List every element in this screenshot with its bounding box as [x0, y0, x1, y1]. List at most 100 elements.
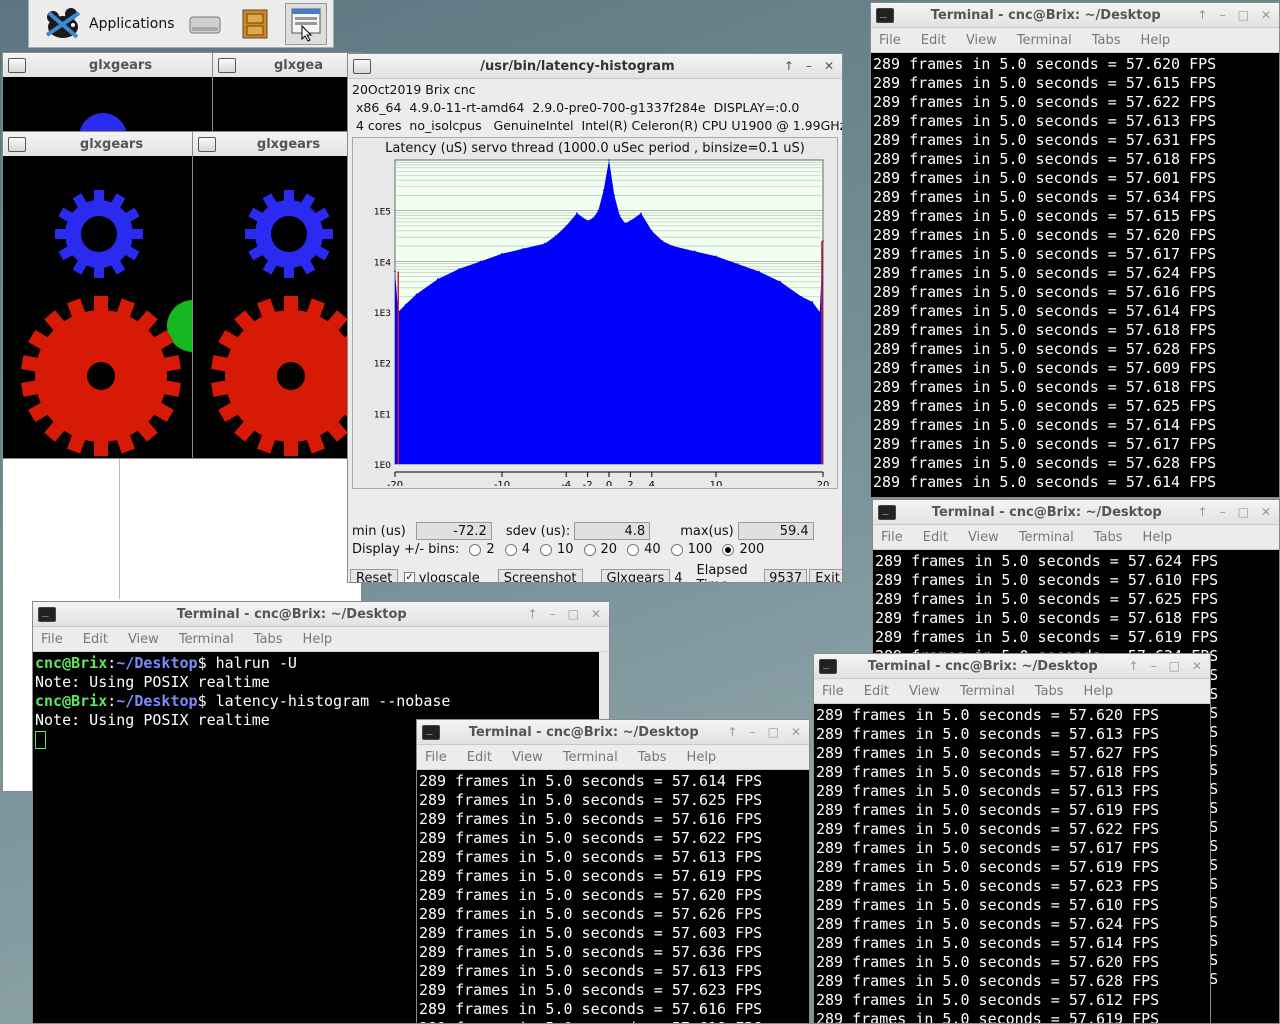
menu-edit[interactable]: Edit	[83, 632, 108, 647]
terminal-line: 289 frames in 5.0 seconds = 57.625 FPS	[875, 590, 1219, 608]
glxgears-window-2[interactable]: glxgea	[212, 52, 362, 132]
terminal-output[interactable]: 289 frames in 5.0 seconds = 57.614 FPS 28…	[417, 770, 809, 1023]
menu-file[interactable]: File	[879, 33, 901, 48]
bin-radio-100[interactable]	[670, 543, 683, 556]
minimize-icon[interactable]: –	[1151, 659, 1157, 673]
glxgears-window-1[interactable]: glxgears	[2, 52, 216, 132]
maximize-icon[interactable]: □	[1238, 8, 1249, 22]
output-line: Note: Using POSIX realtime	[35, 673, 270, 691]
menu-tabs[interactable]: Tabs	[254, 632, 283, 647]
y-tick-label: 1E4	[374, 258, 391, 268]
menu-tabs[interactable]: Tabs	[1094, 530, 1123, 545]
maximize-icon[interactable]: □	[568, 607, 579, 621]
file-cabinet-launcher[interactable]	[235, 4, 275, 44]
red-gear-icon	[20, 296, 182, 456]
maximize-up-icon[interactable]: ↑	[784, 59, 794, 73]
window-title: glxgears	[256, 136, 321, 152]
glxgears-button[interactable]: Glxgears	[600, 568, 671, 582]
menu-tabs[interactable]: Tabs	[1092, 33, 1121, 48]
bin-radio-40[interactable]	[627, 543, 640, 556]
menu-file[interactable]: File	[425, 750, 447, 765]
bin-radio-4[interactable]	[504, 543, 517, 556]
minimize-icon[interactable]: –	[1220, 505, 1226, 519]
latency-histogram-window[interactable]: /usr/bin/latency-histogram ↑ – ✕ 20Oct2019…	[347, 53, 843, 583]
minimize-icon[interactable]: –	[750, 725, 756, 739]
menu-view[interactable]: View	[966, 33, 997, 48]
menu-file[interactable]: File	[881, 530, 903, 545]
glxgears-window-3[interactable]: glxgears	[2, 131, 198, 459]
maximize-up-icon[interactable]: ↑	[528, 607, 538, 621]
menu-edit[interactable]: Edit	[864, 684, 889, 699]
reset-button[interactable]: Reset	[350, 568, 399, 582]
terminal-output[interactable]: 289 frames in 5.0 seconds = 57.620 FPS 28…	[871, 53, 1279, 497]
maximize-up-icon[interactable]: ↑	[1198, 8, 1208, 22]
terminal-window-bottom-middle[interactable]: Terminal - cnc@Brix: ~/Desktop ↑–□ ✕ File…	[416, 719, 810, 1024]
maximize-up-icon[interactable]: ↑	[1198, 505, 1208, 519]
maximize-icon[interactable]: □	[1169, 659, 1180, 673]
menu-edit[interactable]: Edit	[923, 530, 948, 545]
terminal-window-bottom-right[interactable]: Terminal - cnc@Brix: ~/Desktop ↑–□ ✕ File…	[813, 653, 1211, 1024]
menu-view[interactable]: View	[968, 530, 999, 545]
minimize-icon[interactable]: –	[806, 59, 812, 73]
gears-drawing	[210, 190, 361, 456]
x-tick-label: -10	[494, 480, 510, 486]
menu-view[interactable]: View	[909, 684, 940, 699]
menu-terminal[interactable]: Terminal	[563, 750, 618, 765]
menu-file[interactable]: File	[822, 684, 844, 699]
close-icon[interactable]: ✕	[791, 725, 801, 739]
menu-view[interactable]: View	[512, 750, 543, 765]
close-icon[interactable]: ✕	[1261, 8, 1271, 22]
exit-button[interactable]: Exit	[809, 568, 842, 582]
blue-gear-icon	[55, 190, 143, 278]
menu-terminal[interactable]: Terminal	[960, 684, 1015, 699]
bin-radio-2[interactable]	[469, 543, 482, 556]
menu-file[interactable]: File	[41, 632, 63, 647]
drive-launcher[interactable]	[185, 4, 225, 44]
window-title: Terminal - cnc@Brix: ~/Desktop	[931, 504, 1162, 520]
histogram-chart: 1E01E11E21E31E41E5-20 -10 -4 -2 0 2 4 10 20	[374, 159, 829, 486]
menu-help[interactable]: Help	[1084, 684, 1114, 699]
close-icon[interactable]: ✕	[824, 59, 834, 73]
maximize-up-icon[interactable]: ↑	[1129, 659, 1139, 673]
window-controls: ↑ – □ ✕	[528, 607, 601, 621]
histogram-point	[651, 230, 653, 232]
terminal-line: 289 frames in 5.0 seconds = 57.618 FPS	[875, 609, 1219, 627]
bin-radio-200[interactable]	[722, 543, 735, 556]
menu-edit[interactable]: Edit	[921, 33, 946, 48]
terminal-output[interactable]: 289 frames in 5.0 seconds = 57.620 FPS 28…	[814, 704, 1210, 1023]
menu-terminal[interactable]: Terminal	[179, 632, 234, 647]
gears-canvas	[3, 156, 197, 458]
bin-label-20: 20	[600, 542, 618, 557]
bin-radio-20[interactable]	[583, 543, 596, 556]
terminal-line: 289 frames in 5.0 seconds = 57.624 FPS	[875, 552, 1219, 570]
minimize-icon[interactable]: –	[550, 607, 556, 621]
window-list-launcher[interactable]	[284, 2, 327, 45]
menu-terminal[interactable]: Terminal	[1017, 33, 1072, 48]
terminal-line: 289 frames in 5.0 seconds = 57.620 FPS	[873, 226, 1217, 244]
close-icon[interactable]: ✕	[591, 607, 601, 621]
minimize-icon[interactable]: –	[1220, 8, 1226, 22]
output-line: Note: Using POSIX realtime	[35, 711, 270, 729]
maximize-icon[interactable]: □	[768, 725, 779, 739]
menu-help[interactable]: Help	[1143, 530, 1173, 545]
close-icon[interactable]: ✕	[1192, 659, 1202, 673]
menu-edit[interactable]: Edit	[467, 750, 492, 765]
bin-label-40: 40	[644, 542, 661, 557]
menu-help[interactable]: Help	[303, 632, 333, 647]
menu-tabs[interactable]: Tabs	[1035, 684, 1064, 699]
maximize-icon[interactable]: □	[1238, 505, 1249, 519]
menu-terminal[interactable]: Terminal	[1019, 530, 1074, 545]
terminal-line: 289 frames in 5.0 seconds = 57.614 FPS	[873, 302, 1217, 320]
menu-help[interactable]: Help	[1141, 33, 1171, 48]
menu-help[interactable]: Help	[687, 750, 717, 765]
applications-menu[interactable]: Applications	[43, 5, 175, 43]
screenshot-button[interactable]: Screenshot	[497, 568, 583, 582]
close-icon[interactable]: ✕	[1261, 505, 1271, 519]
maximize-up-icon[interactable]: ↑	[728, 725, 738, 739]
glxgears-window-4[interactable]: glxgears	[192, 131, 362, 459]
menu-view[interactable]: View	[128, 632, 159, 647]
ylogscale-checkbox[interactable]: ✓	[404, 572, 415, 582]
bin-radio-10[interactable]	[539, 543, 552, 556]
menu-tabs[interactable]: Tabs	[638, 750, 667, 765]
terminal-window-top-right[interactable]: Terminal - cnc@Brix: ~/Desktop ↑–□ ✕ File…	[870, 2, 1280, 498]
